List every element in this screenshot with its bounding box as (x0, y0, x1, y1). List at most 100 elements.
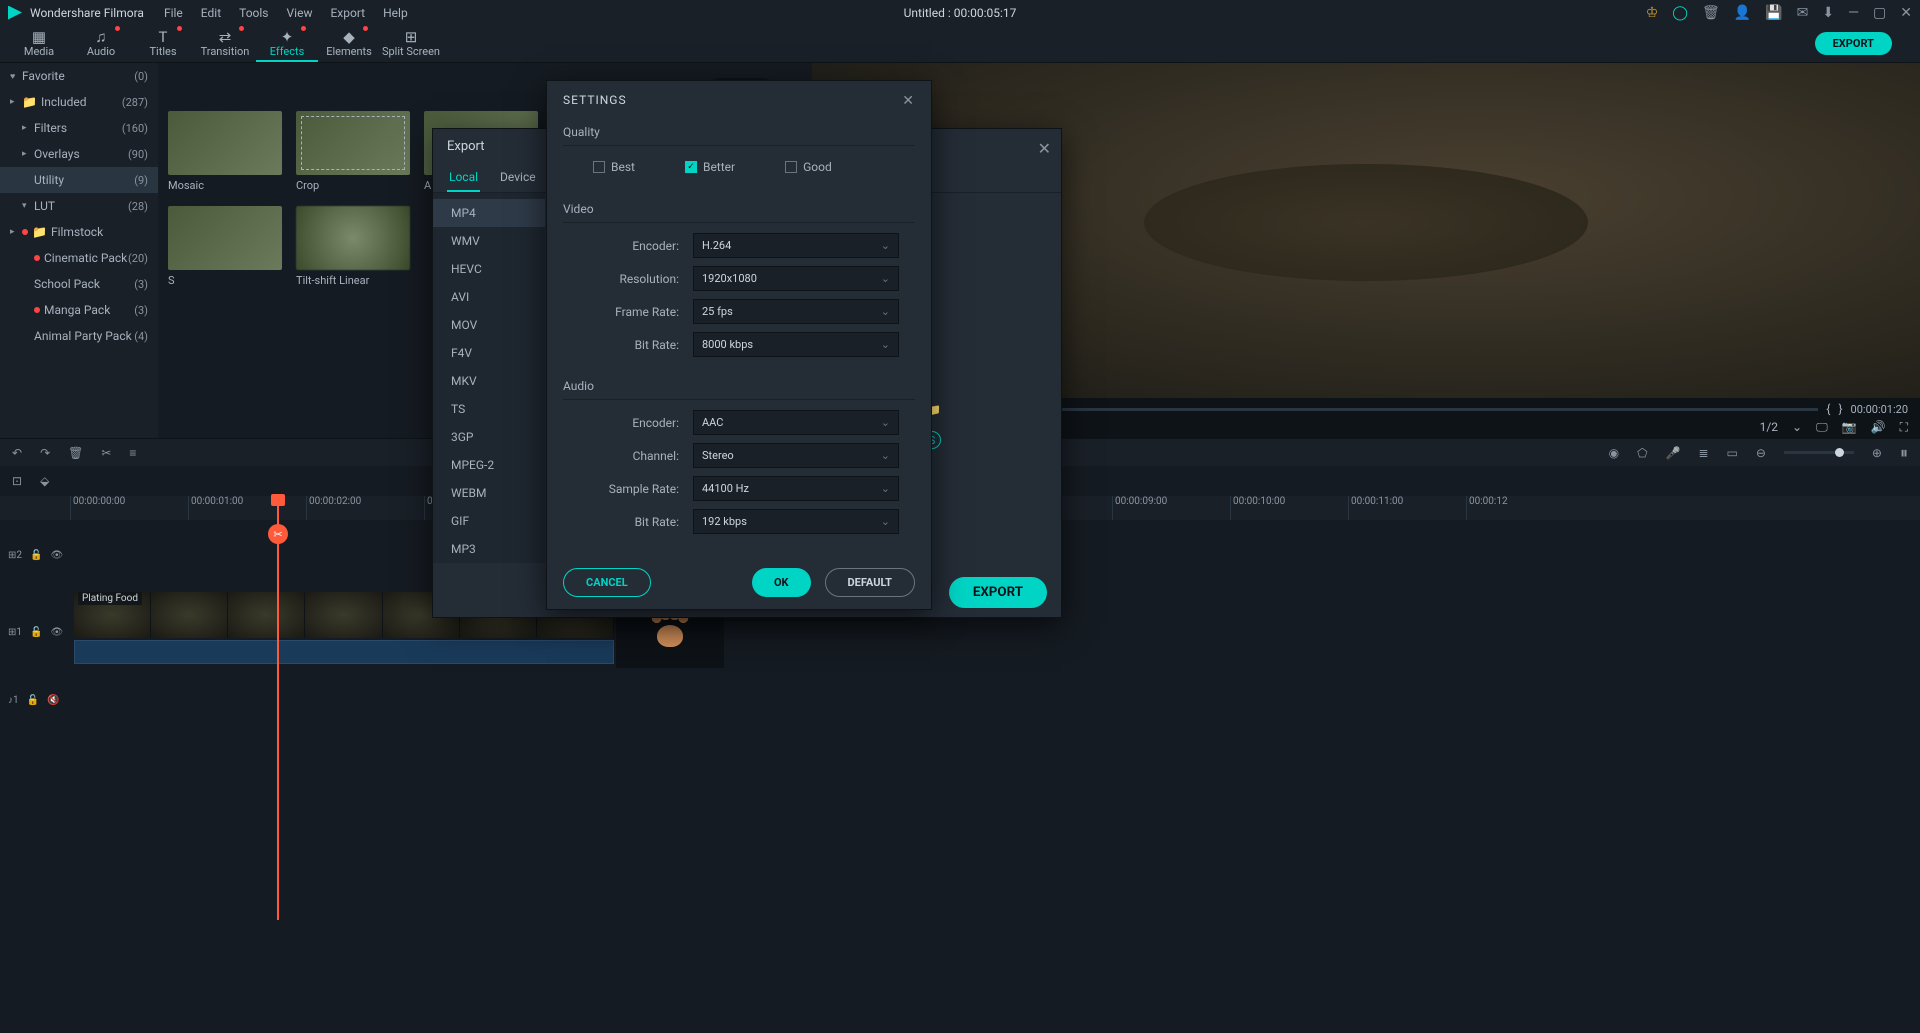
close-icon[interactable]: ✕ (1900, 5, 1912, 21)
video-encoder-select[interactable]: H.264 (693, 233, 899, 258)
format-hevc[interactable]: HEVC (433, 255, 545, 283)
export-tab-local[interactable]: Local (447, 164, 480, 192)
effect-thumb-s[interactable]: S (168, 206, 282, 287)
redo-icon[interactable]: ↷ (40, 446, 50, 460)
export-close-icon[interactable]: ✕ (1038, 139, 1051, 158)
shield-icon[interactable]: ⬠ (1637, 446, 1647, 460)
lock-icon[interactable]: 🔓 (27, 695, 39, 706)
quality-better-checkbox[interactable]: ✓Better (685, 160, 735, 174)
format-avi[interactable]: AVI (433, 283, 545, 311)
quality-best-checkbox[interactable]: Best (593, 160, 635, 174)
eye-icon[interactable]: 👁 (50, 627, 63, 638)
menu-view[interactable]: View (287, 6, 313, 20)
default-button[interactable]: DEFAULT (825, 568, 915, 597)
format-mkv[interactable]: MKV (433, 367, 545, 395)
lock-icon[interactable]: 🔓 (30, 550, 42, 561)
sidebar-item-manga-pack[interactable]: Manga Pack(3) (0, 297, 158, 323)
sidebar-item-filters[interactable]: ▸Filters(160) (0, 115, 158, 141)
audio-bitrate-select[interactable]: 192 kbps (693, 509, 899, 534)
sidebar-item-cinematic-pack[interactable]: Cinematic Pack(20) (0, 245, 158, 271)
menu-help[interactable]: Help (383, 6, 408, 20)
effect-thumb-crop[interactable]: Crop (296, 111, 410, 192)
track-audio[interactable]: ♪1🔓🔇 (70, 688, 1920, 712)
format-3gp[interactable]: 3GP (433, 423, 545, 451)
format-gif[interactable]: GIF (433, 507, 545, 535)
quality-good-checkbox[interactable]: Good (785, 160, 832, 174)
export-tab-device[interactable]: Device (498, 164, 538, 192)
playhead[interactable] (277, 496, 279, 920)
mixer-icon[interactable]: ≣ (1698, 446, 1708, 460)
video-bitrate-select[interactable]: 8000 kbps (693, 332, 899, 357)
mic-icon[interactable]: 🎤 (1666, 446, 1681, 460)
effect-thumb-mosaic[interactable]: Mosaic (168, 111, 282, 192)
settings-close-icon[interactable]: ✕ (902, 93, 915, 109)
zoom-out-icon[interactable]: ⊖ (1756, 446, 1766, 460)
tool-tab-effects[interactable]: ✦Effects (256, 26, 318, 62)
delete-icon[interactable]: 🗑 (68, 446, 83, 460)
export-button[interactable]: EXPORT (1815, 32, 1892, 55)
sidebar-item-school-pack[interactable]: School Pack(3) (0, 271, 158, 297)
tool-tab-titles[interactable]: TTitles (132, 26, 194, 62)
trash-icon[interactable]: 🗑 (1702, 5, 1720, 21)
mute-icon[interactable]: 🔇 (47, 695, 59, 706)
format-mp3[interactable]: MP3 (433, 535, 545, 563)
adjust-icon[interactable]: ≡ (129, 446, 136, 460)
marker-icon[interactable]: ◉ (1609, 446, 1619, 460)
camera-icon[interactable]: 📷 (1842, 420, 1857, 434)
sidebar-item-overlays[interactable]: ▸Overlays(90) (0, 141, 158, 167)
format-webm[interactable]: WEBM (433, 479, 545, 507)
sidebar-item-filmstock[interactable]: ▸📁Filmstock (0, 219, 158, 245)
menu-export[interactable]: Export (330, 6, 365, 20)
tool-tab-elements[interactable]: ◆Elements (318, 26, 380, 62)
export-confirm-button[interactable]: EXPORT (949, 577, 1047, 608)
format-mp4[interactable]: MP4 (433, 199, 545, 227)
audio-encoder-select[interactable]: AAC (693, 410, 899, 435)
download-icon[interactable]: ⬇ (1822, 5, 1834, 21)
sidebar-item-lut[interactable]: ▾LUT(28) (0, 193, 158, 219)
chevron-down-icon[interactable]: ⌄ (1792, 420, 1802, 434)
magnet-icon[interactable]: ⬙ (40, 474, 49, 488)
save-icon[interactable]: 💾 (1765, 5, 1782, 21)
video-framerate-select[interactable]: 25 fps (693, 299, 899, 324)
zoom-in-icon[interactable]: ⊕ (1872, 446, 1882, 460)
format-mpeg-2[interactable]: MPEG-2 (433, 451, 545, 479)
display-icon[interactable]: 🖵 (1816, 420, 1828, 435)
effect-thumb-tilt-shift-linear[interactable]: Tilt-shift Linear (296, 206, 410, 287)
maximize-icon[interactable]: ▢ (1873, 5, 1886, 21)
format-wmv[interactable]: WMV (433, 227, 545, 255)
format-ts[interactable]: TS (433, 395, 545, 423)
menu-file[interactable]: File (164, 6, 183, 20)
tool-tab-media[interactable]: ▦Media (8, 26, 70, 62)
frame-icon[interactable]: ▭ (1727, 446, 1738, 460)
user-icon[interactable]: 👤 (1734, 5, 1751, 21)
sidebar-item-favorite[interactable]: ♥Favorite(0) (0, 63, 158, 89)
eye-icon[interactable]: 👁 (50, 550, 63, 561)
minimize-icon[interactable]: — (1848, 5, 1859, 21)
zoom-fit-icon[interactable]: ⏸ (1900, 443, 1908, 463)
marker-in-icon[interactable]: { (1826, 402, 1830, 416)
format-mov[interactable]: MOV (433, 311, 545, 339)
video-resolution-select[interactable]: 1920x1080 (693, 266, 899, 291)
tool-tab-audio[interactable]: ♫Audio (70, 26, 132, 62)
lock-icon[interactable]: 🔓 (30, 627, 42, 638)
headset-icon[interactable]: ◯ (1672, 5, 1688, 21)
volume-icon[interactable]: 🔊 (1871, 420, 1886, 434)
cancel-button[interactable]: CANCEL (563, 568, 651, 597)
undo-icon[interactable]: ↶ (12, 446, 22, 460)
ok-button[interactable]: OK (752, 568, 811, 597)
mail-icon[interactable]: ✉ (1797, 5, 1809, 21)
menu-edit[interactable]: Edit (201, 6, 221, 20)
sidebar-item-included[interactable]: ▸📁Included(287) (0, 89, 158, 115)
zoom-slider[interactable] (1784, 451, 1854, 454)
sidebar-item-animal-party-pack[interactable]: Animal Party Pack(4) (0, 323, 158, 349)
cut-icon[interactable]: ✂ (101, 446, 111, 460)
fullscreen-icon[interactable]: ⛶ (1900, 420, 1908, 435)
tool-tab-split-screen[interactable]: ⊞Split Screen (380, 26, 442, 62)
sidebar-item-utility[interactable]: Utility(9) (0, 167, 158, 193)
format-f4v[interactable]: F4V (433, 339, 545, 367)
audio-samplerate-select[interactable]: 44100 Hz (693, 476, 899, 501)
audio-channel-select[interactable]: Stereo (693, 443, 899, 468)
menu-tools[interactable]: Tools (239, 6, 268, 20)
crown-icon[interactable]: ♔ (1646, 5, 1659, 21)
marker-out-icon[interactable]: } (1838, 402, 1842, 416)
